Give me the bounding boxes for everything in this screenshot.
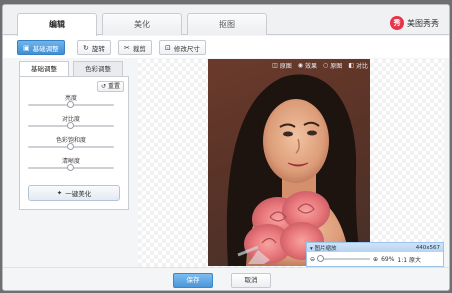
radio-icon: ◫ bbox=[272, 62, 278, 69]
slider-thumb[interactable] bbox=[67, 101, 74, 108]
adjust-panel: 基础调整 色彩调整 ↺ 重置 亮度 对比度 色彩饱和度 清晰度 ✦ 一键美化 bbox=[19, 61, 132, 211]
zoom-panel: ▾ 图片缩放 440x567 ⊖ ⊕ 69% 1:1 原大 bbox=[306, 242, 444, 267]
original-toggle[interactable]: ◫ 原图 bbox=[272, 61, 292, 70]
meitu-logo-icon: 秀 bbox=[390, 16, 404, 30]
slider-track bbox=[28, 164, 114, 171]
slider-thumb[interactable] bbox=[67, 143, 74, 150]
one-click-beautify-button[interactable]: ✦ 一键美化 bbox=[28, 185, 120, 201]
image-icon: ▣ bbox=[23, 43, 30, 52]
rotate-button[interactable]: ↻ 旋转 bbox=[77, 40, 111, 55]
contrast-slider[interactable]: 对比度 bbox=[28, 114, 114, 129]
radio-icon: ◉ bbox=[297, 62, 304, 69]
rotate-icon: ↻ bbox=[83, 43, 89, 52]
subtab-basic[interactable]: 基础调整 bbox=[19, 61, 69, 77]
edit-toolbar: ▣ 基础调整 ↻ 旋转 ✂ 裁剪 ⊡ 修改尺寸 bbox=[3, 36, 449, 58]
actual-size-button[interactable]: 1:1 原大 bbox=[397, 255, 421, 264]
compare-toggle[interactable]: ◧ 对比 bbox=[348, 61, 368, 70]
basic-adjust-label: 基础调整 bbox=[32, 44, 59, 53]
image-size: 440x567 bbox=[415, 244, 440, 251]
sharpness-label: 清晰度 bbox=[61, 158, 80, 165]
adjust-subtabs: 基础调整 色彩调整 bbox=[19, 61, 132, 77]
saturation-slider[interactable]: 色彩饱和度 bbox=[28, 135, 114, 150]
slider-thumb[interactable] bbox=[67, 122, 74, 129]
basic-adjust-button[interactable]: ▣ 基础调整 bbox=[17, 40, 65, 55]
brightness-slider[interactable]: 亮度 bbox=[28, 93, 114, 108]
tab-cutout[interactable]: 抠图 bbox=[187, 13, 267, 35]
reset-label: 重置 bbox=[107, 83, 120, 90]
zoom-controls: ⊖ ⊕ 69% 1:1 原大 bbox=[307, 252, 443, 266]
resize-button[interactable]: ⊡ 修改尺寸 bbox=[159, 40, 206, 55]
undo-icon: ↺ bbox=[101, 83, 107, 90]
brand: 秀 美图秀秀 bbox=[390, 16, 439, 30]
compare-icon: ◧ bbox=[348, 62, 354, 69]
portrait-illustration bbox=[226, 74, 363, 266]
dialog-footer: 保存 取消 bbox=[3, 267, 449, 290]
prev-label: 原图 bbox=[330, 63, 343, 70]
zoom-slider[interactable] bbox=[317, 255, 371, 262]
portrait-photo: ◫ 原图 ◉ 效果 ○ 原图 ◧ 对比 bbox=[208, 59, 370, 266]
subtab-color[interactable]: 色彩调整 bbox=[73, 61, 123, 77]
cancel-button[interactable]: 取消 bbox=[231, 273, 271, 288]
save-button[interactable]: 保存 bbox=[173, 273, 213, 288]
brightness-label: 亮度 bbox=[64, 95, 77, 102]
zoom-header[interactable]: ▾ 图片缩放 440x567 bbox=[307, 243, 443, 252]
beautify-label: 一键美化 bbox=[65, 190, 92, 198]
saturation-label: 色彩饱和度 bbox=[55, 137, 86, 144]
image-canvas[interactable]: ◫ 原图 ◉ 效果 ○ 原图 ◧ 对比 bbox=[138, 59, 444, 267]
zoom-out-icon[interactable]: ⊖ bbox=[310, 256, 315, 263]
zoom-in-icon[interactable]: ⊕ bbox=[373, 256, 378, 263]
slider-thumb[interactable] bbox=[67, 164, 74, 171]
original-label: 原图 bbox=[279, 63, 292, 70]
rotate-label: 旋转 bbox=[91, 44, 105, 53]
scissors-icon: ✂ bbox=[124, 43, 130, 52]
brand-name: 美图秀秀 bbox=[407, 18, 439, 28]
magic-wand-icon: ✦ bbox=[56, 189, 63, 197]
crop-label: 裁剪 bbox=[132, 44, 146, 53]
tab-edit[interactable]: 编辑 bbox=[17, 13, 97, 36]
zoom-slider-thumb[interactable] bbox=[317, 255, 325, 262]
radio-icon: ○ bbox=[323, 62, 329, 69]
slider-track bbox=[28, 122, 114, 129]
crop-button[interactable]: ✂ 裁剪 bbox=[118, 40, 152, 55]
compare-bar: ◫ 原图 ◉ 效果 ○ 原图 ◧ 对比 bbox=[272, 61, 368, 70]
resize-label: 修改尺寸 bbox=[173, 44, 200, 53]
resize-icon: ⊡ bbox=[165, 43, 171, 52]
adjust-panel-body: ↺ 重置 亮度 对比度 色彩饱和度 清晰度 ✦ 一键美化 bbox=[19, 76, 129, 210]
sharpness-slider[interactable]: 清晰度 bbox=[28, 156, 114, 171]
slider-track bbox=[28, 101, 114, 108]
slider-track bbox=[28, 143, 114, 150]
effect-label: 效果 bbox=[305, 63, 318, 70]
reset-button[interactable]: ↺ 重置 bbox=[97, 81, 124, 92]
compare-label: 对比 bbox=[355, 63, 368, 70]
editor-dialog: 编辑 美化 抠图 秀 美图秀秀 ▣ 基础调整 ↻ 旋转 ✂ 裁剪 ⊡ 修改尺寸 … bbox=[2, 4, 450, 291]
tab-beautify[interactable]: 美化 bbox=[102, 13, 182, 35]
zoom-title: 图片缩放 bbox=[314, 245, 337, 252]
main-tab-bar: 编辑 美化 抠图 秀 美图秀秀 bbox=[3, 5, 449, 36]
contrast-label: 对比度 bbox=[61, 116, 80, 123]
effect-toggle[interactable]: ◉ 效果 bbox=[298, 61, 317, 70]
collapse-icon: ▾ bbox=[310, 245, 313, 252]
prev-toggle[interactable]: ○ 原图 bbox=[323, 61, 342, 70]
zoom-percent: 69% bbox=[381, 255, 395, 263]
